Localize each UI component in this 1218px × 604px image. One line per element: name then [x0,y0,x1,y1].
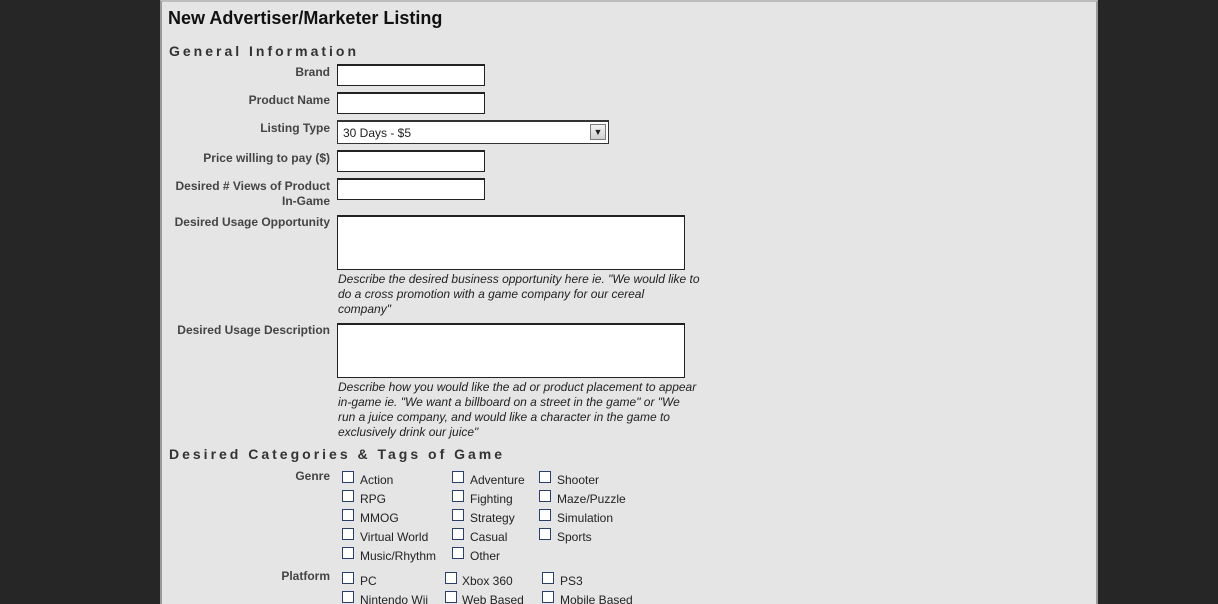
product-name-input[interactable] [337,92,485,114]
views-label-line2: In-Game [281,194,330,208]
usage-opportunity-label: Desired Usage Opportunity [174,215,330,229]
section-categories-tags: Desired Categories & Tags of Game [169,446,506,462]
usage-description-help: Describe how you would like the ad or pr… [338,380,697,439]
platform-label-nintendo-wii: Nintendo Wii [360,593,429,604]
genre-checkbox-action[interactable] [342,471,354,483]
genre-checkbox-mmog[interactable] [342,509,354,521]
platform-checkbox-ps3[interactable] [542,572,554,584]
genre-label-simulation: Simulation [557,511,614,525]
platform-label-xbox-360: Xbox 360 [462,574,513,588]
usage-description-label: Desired Usage Description [177,323,330,337]
platform-checkbox-pc[interactable] [342,572,354,584]
genre-label-rpg: RPG [360,492,387,506]
genre-checkbox-rpg[interactable] [342,490,354,502]
genre-label-fighting: Fighting [470,492,513,506]
platform-checkbox-nintendo-wii[interactable] [342,591,354,603]
genre-label-sports: Sports [557,530,592,544]
views-input[interactable] [337,178,485,200]
views-label: Desired # Views of Product In-Game [176,179,331,209]
genre-label-shooter: Shooter [557,473,600,487]
genre-checkbox-simulation[interactable] [539,509,551,521]
platform-label-ps3: PS3 [560,574,583,588]
genre-checkbox-sports[interactable] [539,528,551,540]
page-title: New Advertiser/Marketer Listing [168,8,443,28]
genre-label-music-rhythm: Music/Rhythm [360,549,437,563]
usage-description-textarea[interactable] [337,323,685,378]
genre-checkbox-music-rhythm[interactable] [342,547,354,559]
genre-label: Genre [295,469,330,483]
price-label: Price willing to pay ($) [203,151,330,165]
genre-label-adventure: Adventure [470,473,525,487]
genre-label-virtual-world: Virtual World [360,530,429,544]
genre-label-other: Other [470,549,501,563]
chevron-down-icon[interactable]: ▼ [590,124,606,140]
genre-label-action: Action [360,473,394,487]
genre-checkbox-shooter[interactable] [539,471,551,483]
listing-type-value: 30 Days - $5 [343,126,412,140]
platform-label: Platform [281,569,330,583]
platform-label-pc: PC [360,574,377,588]
listing-type-label: Listing Type [260,121,330,135]
genre-checkbox-fighting[interactable] [452,490,464,502]
usage-opportunity-textarea[interactable] [337,215,685,270]
listing-type-select[interactable]: 30 Days - $5 ▼ [337,120,609,144]
genre-checkbox-other[interactable] [452,547,464,559]
genre-checkbox-adventure[interactable] [452,471,464,483]
genre-checkbox-casual[interactable] [452,528,464,540]
genre-label-mmog: MMOG [360,511,399,525]
price-input[interactable] [337,150,485,172]
genre-label-casual: Casual [470,530,508,544]
form-page: New Advertiser/Marketer Listing General … [160,0,1098,604]
usage-opportunity-help: Describe the desired business opportunit… [338,272,700,316]
platform-label-web-based: Web Based [462,593,524,604]
views-label-line1: Desired # Views of Product [175,179,331,193]
genre-checkbox-maze-puzzle[interactable] [539,490,551,502]
platform-label-mobile-based: Mobile Based [560,593,633,604]
brand-label: Brand [295,65,330,79]
genre-checkbox-strategy[interactable] [452,509,464,521]
platform-checkbox-web-based[interactable] [445,591,457,603]
genre-checkbox-virtual-world[interactable] [342,528,354,540]
platform-checkbox-mobile-based[interactable] [542,591,554,603]
genre-label-maze-puzzle: Maze/Puzzle [557,492,626,506]
section-general-information: General Information [169,43,360,59]
genre-label-strategy: Strategy [470,511,515,525]
brand-input[interactable] [337,64,485,86]
product-name-label: Product Name [248,93,330,107]
platform-checkbox-xbox-360[interactable] [445,572,457,584]
